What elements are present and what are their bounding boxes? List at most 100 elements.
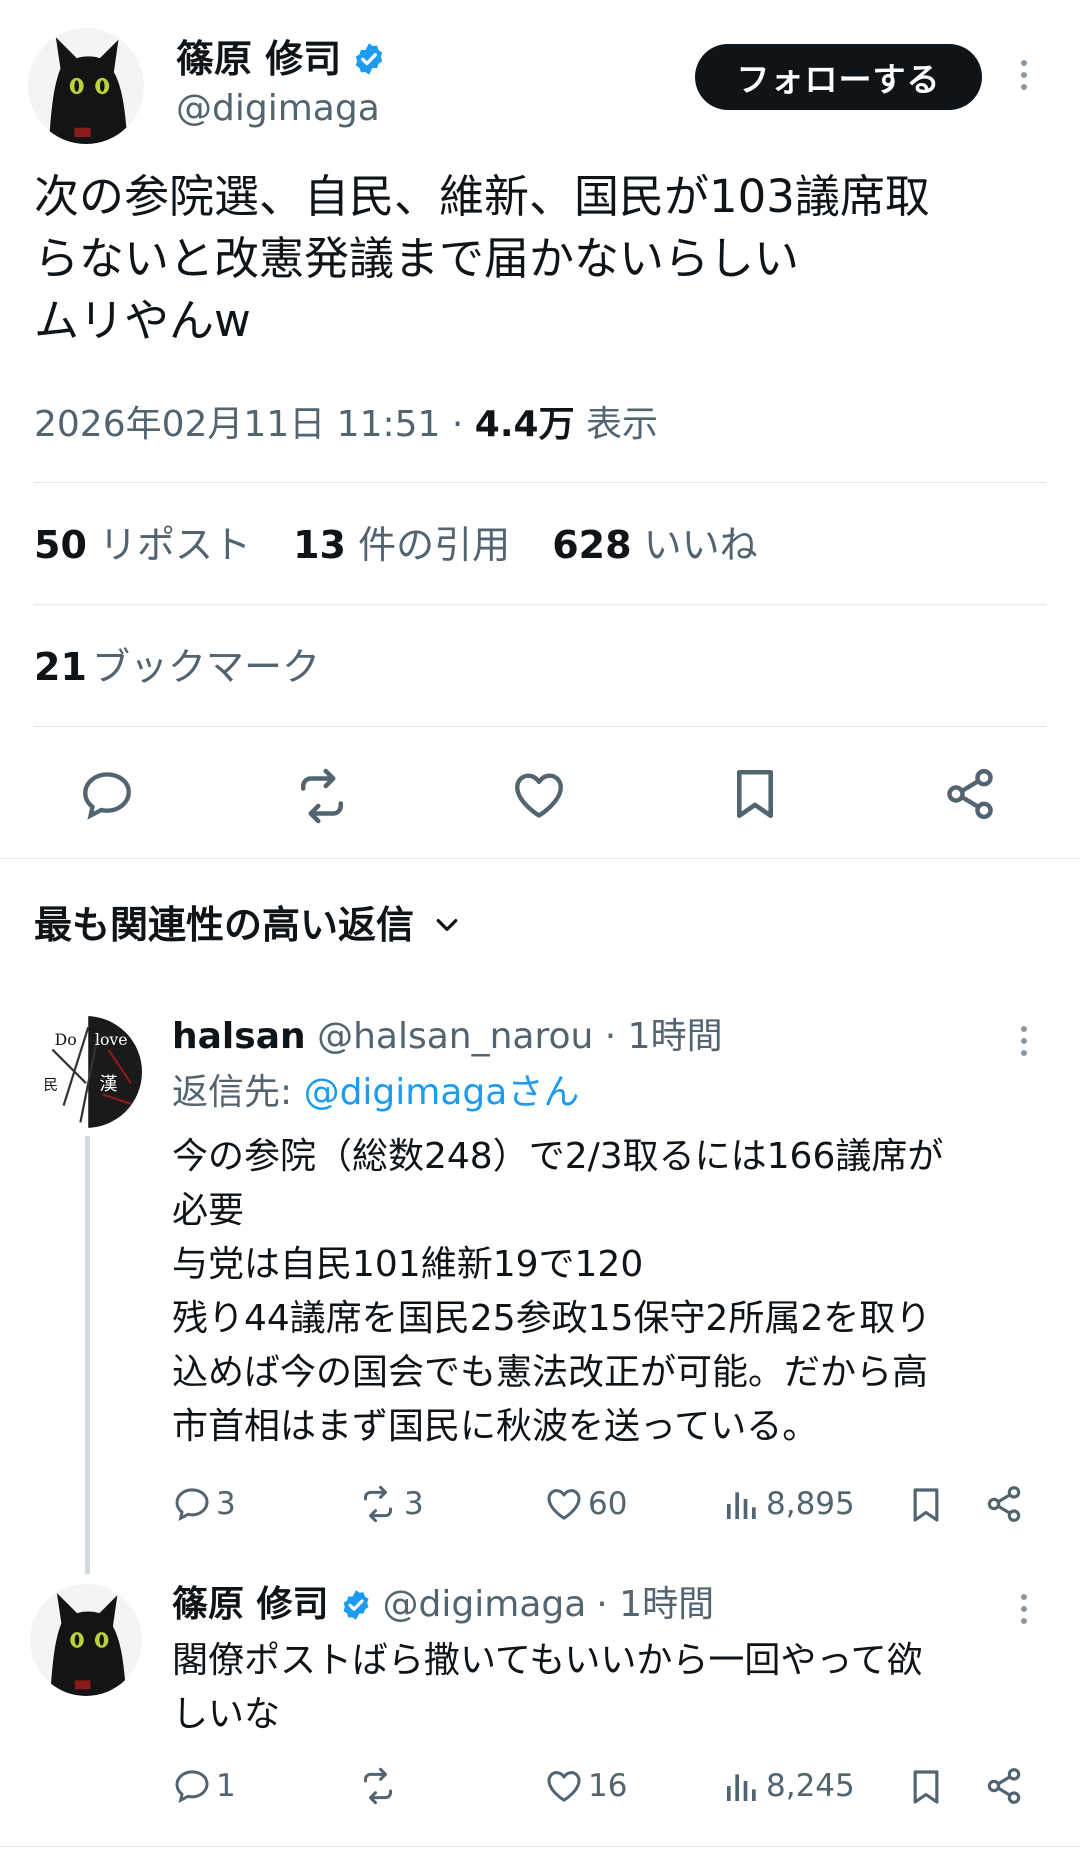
divider <box>34 482 1046 483</box>
reply-header: halsan @halsan_narou · 1時間 <box>172 1012 723 1062</box>
cat-avatar-image <box>30 1584 142 1696</box>
section-divider <box>0 1846 1080 1847</box>
reply-bookmark-button[interactable] <box>906 1484 946 1526</box>
more-dots-icon[interactable] <box>1018 1026 1030 1056</box>
reposts-count: 50 <box>34 523 87 567</box>
follow-button[interactable]: フォローする <box>695 44 982 110</box>
reply-time[interactable]: · 1時間 <box>596 1580 714 1630</box>
reply-icon <box>172 1766 212 1806</box>
reposts-stat[interactable]: 50 リポスト <box>34 523 263 567</box>
reply-text: 今の参院（総数248）で2/3取るには166議席が 必要 与党は自民101維新1… <box>172 1130 1052 1454</box>
cat-avatar-image <box>28 28 144 144</box>
reply-icon[interactable] <box>78 766 136 824</box>
more-dots-icon[interactable] <box>1018 1594 1030 1624</box>
reply-avatar-halsan[interactable] <box>30 1016 142 1128</box>
author-avatar[interactable] <box>28 28 144 144</box>
author-name[interactable]: 篠原 修司 <box>176 34 341 84</box>
reply-time[interactable]: · 1時間 <box>605 1016 723 1057</box>
reply-repost-button[interactable] <box>356 1766 404 1806</box>
reply-author-name[interactable]: halsan <box>172 1016 306 1057</box>
reply-likes-count: 60 <box>588 1486 628 1522</box>
views-chart-icon <box>722 1484 762 1524</box>
meta-separator: · <box>451 404 464 445</box>
repost-icon <box>356 1484 400 1524</box>
reply-views-count: 8,895 <box>766 1486 855 1522</box>
reply-to-prefix: 返信先: <box>172 1072 304 1113</box>
reply-like-button[interactable]: 16 <box>544 1766 627 1806</box>
reply-author-name[interactable]: 篠原 修司 <box>172 1580 329 1630</box>
reply-replies-count: 3 <box>216 1486 236 1522</box>
reply-text-line: 市首相はまず国民に秋波を送っている。 <box>172 1406 819 1447</box>
tweet-text-line: 次の参院選、自民、維新、国民が103議席取 <box>34 170 930 223</box>
reply-reposts-count: 3 <box>404 1486 424 1522</box>
divider <box>34 604 1046 605</box>
thread-connector-line <box>85 1136 90 1574</box>
repost-icon <box>356 1766 400 1806</box>
reply-text-line: 与党は自民101維新19で120 <box>172 1244 644 1285</box>
quotes-stat[interactable]: 13 件の引用 <box>293 523 522 567</box>
reply-views-button[interactable]: 8,895 <box>722 1484 855 1524</box>
views-chart-icon <box>722 1766 762 1806</box>
reply-repost-button[interactable]: 3 <box>356 1484 424 1524</box>
reply-to-line: 返信先: @digimagaさん <box>172 1068 579 1118</box>
more-dots-icon[interactable] <box>1018 60 1030 90</box>
halsan-avatar-image <box>30 1016 142 1128</box>
reply-text-line: 今の参院（総数248）で2/3取るには166議席が <box>172 1136 944 1177</box>
engagement-stats: 50 リポスト 13 件の引用 628 いいね <box>34 520 758 578</box>
tweet-text-line: ムリやんw <box>34 294 251 347</box>
repost-icon[interactable] <box>292 766 352 826</box>
reply-reply-button[interactable]: 1 <box>172 1766 236 1806</box>
tweet-timestamp[interactable]: 2026年02月11日 11:51 <box>34 404 440 445</box>
reply-like-button[interactable]: 60 <box>544 1484 627 1524</box>
share-icon <box>984 1766 1024 1806</box>
bookmark-icon <box>906 1766 946 1808</box>
reply-icon <box>172 1484 212 1524</box>
reply-header: 篠原 修司 @digimaga · 1時間 <box>172 1580 714 1630</box>
heart-icon <box>544 1766 584 1806</box>
tweet-text-line: らないと改憲発議まで届かないらしい <box>34 232 800 285</box>
bookmarks-count: 21 <box>34 645 87 689</box>
reply-views-button[interactable]: 8,245 <box>722 1766 855 1806</box>
divider <box>34 726 1046 727</box>
views-label: 表示 <box>586 404 659 445</box>
reply-share-button[interactable] <box>984 1766 1024 1806</box>
heart-icon <box>544 1484 584 1524</box>
reply-likes-count: 16 <box>588 1768 628 1804</box>
tweet-text: 次の参院選、自民、維新、国民が103議席取 らないと改憲発議まで届かないらしい … <box>34 166 1054 352</box>
bookmark-icon <box>906 1484 946 1526</box>
verified-badge-icon <box>351 41 387 77</box>
reply-replies-count: 1 <box>216 1768 236 1804</box>
reply-text-line: 必要 <box>172 1190 245 1231</box>
section-divider <box>0 858 1080 859</box>
views-count: 4.4万 <box>474 404 575 445</box>
quotes-label: 件の引用 <box>358 523 511 567</box>
reply-bookmark-button[interactable] <box>906 1766 946 1808</box>
reply-reply-button[interactable]: 3 <box>172 1484 236 1524</box>
heart-icon[interactable] <box>510 766 568 824</box>
replies-sort-label: 最も関連性の高い返信 <box>34 903 415 947</box>
likes-label: いいね <box>643 523 758 567</box>
reply-avatar-digimaga[interactable] <box>30 1584 142 1696</box>
reply-text: 閣僚ポストばら撒いてもいいから一回やって欲 しいな <box>172 1634 1052 1742</box>
bookmarks-stat[interactable]: 21 ブックマーク <box>34 642 320 700</box>
quotes-count: 13 <box>293 523 346 567</box>
reply-text-line: 閣僚ポストばら撒いてもいいから一回やって欲 <box>172 1640 923 1681</box>
likes-count: 628 <box>552 523 632 567</box>
author-name-row[interactable]: 篠原 修司 <box>176 34 387 84</box>
likes-stat[interactable]: 628 いいね <box>552 523 757 567</box>
reply-author-handle[interactable]: @digimaga <box>383 1580 587 1630</box>
chevron-down-icon <box>436 919 458 931</box>
author-handle[interactable]: @digimaga <box>176 86 380 132</box>
verified-badge-icon <box>339 1588 373 1622</box>
reply-author-handle[interactable]: @halsan_narou <box>317 1016 593 1057</box>
replies-sort-selector[interactable]: 最も関連性の高い返信 <box>34 900 462 950</box>
bookmarks-label: ブックマーク <box>91 645 320 689</box>
reply-text-line: 込めば今の国会でも憲法改正が可能。だから高 <box>172 1352 929 1393</box>
bookmark-icon[interactable] <box>726 764 784 824</box>
share-icon[interactable] <box>942 766 998 822</box>
reply-to-handle[interactable]: @digimagaさん <box>304 1072 580 1113</box>
reply-views-count: 8,245 <box>766 1768 855 1804</box>
reply-share-button[interactable] <box>984 1484 1024 1524</box>
reply-text-line: 残り44議席を国民25参政15保守2所属2を取り <box>172 1298 932 1339</box>
tweet-meta: 2026年02月11日 11:51 · 4.4万 表示 <box>34 400 658 450</box>
